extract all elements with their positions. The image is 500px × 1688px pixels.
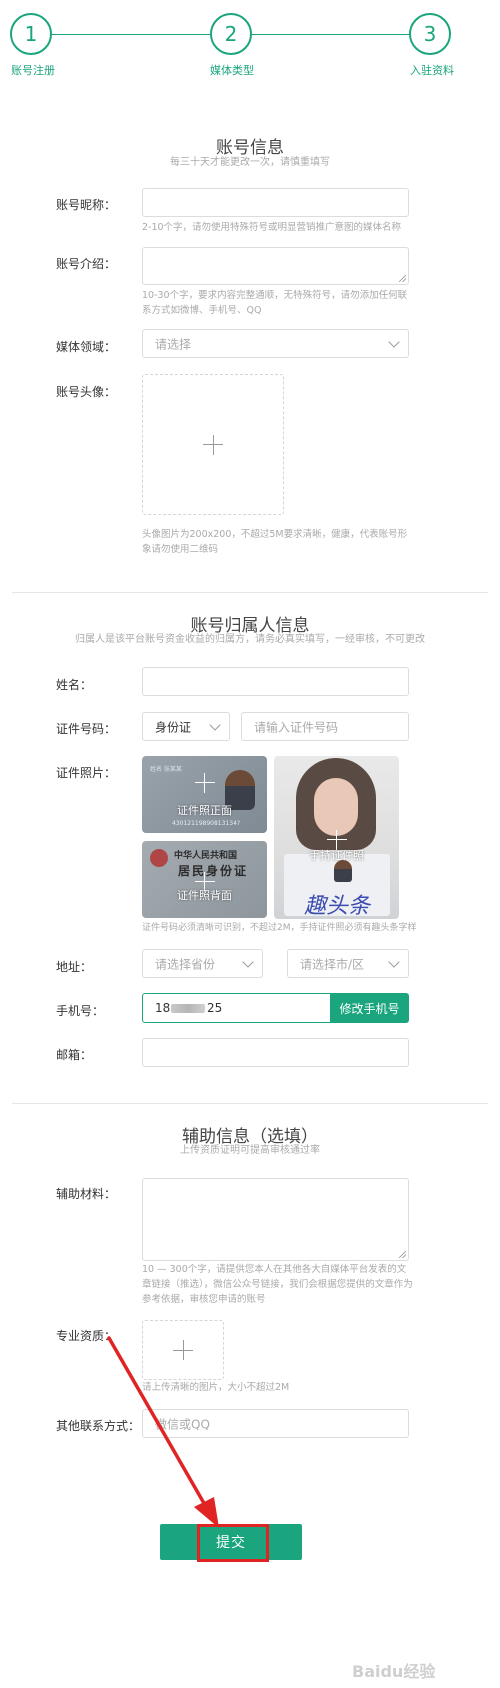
watermark-text: Baidu经验	[352, 1662, 436, 1681]
annotation-arrow-icon	[107, 1336, 219, 1528]
